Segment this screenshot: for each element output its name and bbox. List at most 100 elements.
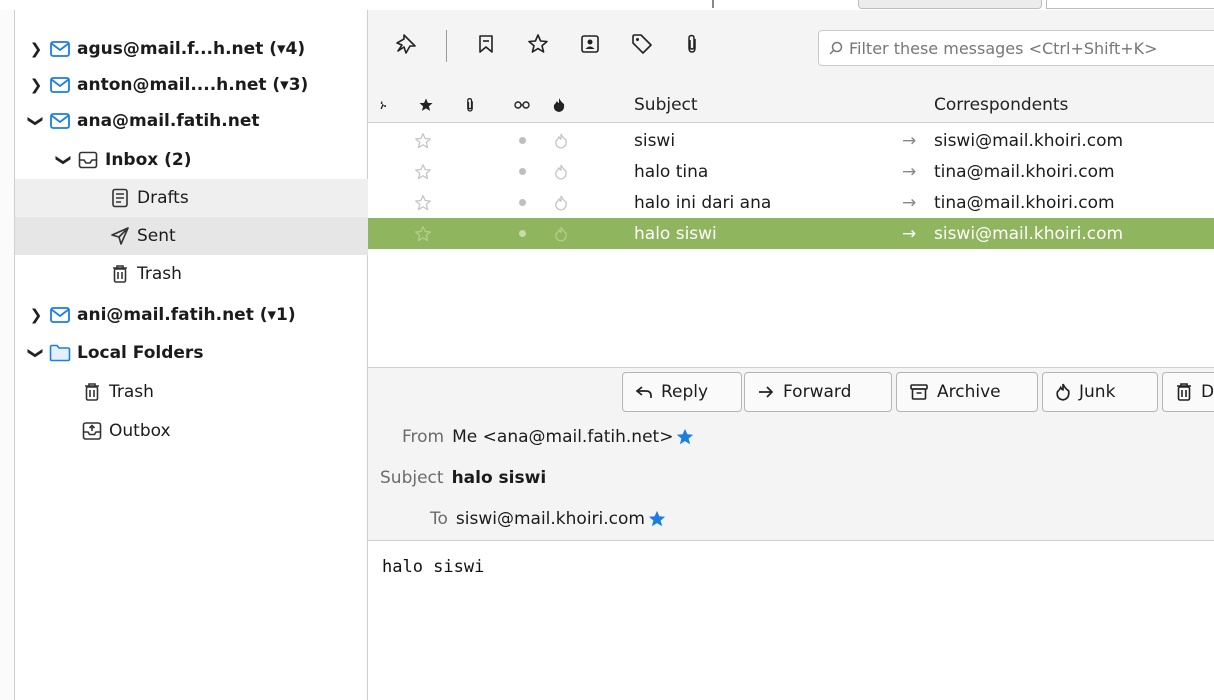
- junk-label: Junk: [1079, 382, 1116, 402]
- outgoing-arrow-icon: →: [902, 192, 917, 213]
- starred-column-icon[interactable]: [418, 88, 434, 122]
- attachment-filter-icon[interactable]: [678, 30, 706, 58]
- quick-filter-toolbar: Filter these messages <Ctrl+Shift+K>: [368, 10, 1214, 88]
- message-subject: siswi: [634, 130, 676, 151]
- unread-bookmark-icon[interactable]: [472, 30, 500, 58]
- folder-account-anton[interactable]: ❯ anton@mail....h.net (▾3): [15, 66, 379, 104]
- read-dot-icon[interactable]: [519, 218, 526, 249]
- to-label: To: [430, 509, 448, 529]
- message-subject: halo ini dari ana: [634, 192, 772, 213]
- chevron-down-icon[interactable]: ❯: [27, 344, 45, 362]
- folder-local-folders[interactable]: ❯ Local Folders: [15, 334, 379, 372]
- contact-filter-icon[interactable]: [576, 30, 604, 58]
- read-dot-icon[interactable]: [519, 156, 526, 187]
- message-subject: halo tina: [634, 161, 709, 182]
- forward-label: Forward: [783, 382, 852, 402]
- message-correspondent: tina@mail.khoiri.com: [934, 161, 1115, 182]
- folder-account-ana[interactable]: ❯ ana@mail.fatih.net: [15, 102, 379, 140]
- junk-button[interactable]: Junk: [1042, 372, 1158, 412]
- chevron-right-icon[interactable]: ❯: [27, 40, 45, 58]
- chevron-right-icon[interactable]: ❯: [27, 306, 45, 324]
- message-correspondent: siswi@mail.khoiri.com: [934, 223, 1124, 244]
- search-icon: [829, 41, 843, 55]
- star-icon[interactable]: [414, 156, 432, 187]
- read-dot-icon[interactable]: [519, 187, 526, 218]
- from-value[interactable]: Me <ana@mail.fatih.net>: [452, 427, 673, 447]
- folder-label: Outbox: [109, 421, 171, 441]
- outgoing-arrow-icon: →: [902, 223, 917, 244]
- folder-label: Sent: [137, 226, 176, 246]
- outbox-icon: [81, 420, 103, 442]
- delete-button[interactable]: Delete: [1162, 372, 1214, 412]
- reply-button[interactable]: Reply: [622, 372, 742, 412]
- outgoing-arrow-icon: →: [902, 161, 917, 182]
- thread-column-header: ኑ Subject Correspondents: [368, 88, 1214, 123]
- folder-label: ana@mail.fatih.net: [77, 111, 260, 131]
- draft-document-icon: [109, 187, 131, 209]
- forward-button[interactable]: Forward: [744, 372, 892, 412]
- envelope-icon: [49, 74, 71, 96]
- message-row-selected[interactable]: halo siswi → siswi@mail.khoiri.com: [368, 218, 1214, 249]
- message-correspondent: tina@mail.khoiri.com: [934, 192, 1115, 213]
- junk-flame-icon[interactable]: [554, 125, 568, 156]
- junk-flame-icon[interactable]: [554, 218, 568, 249]
- junk-column-icon[interactable]: [552, 88, 566, 122]
- read-dot-icon[interactable]: [519, 125, 526, 156]
- tag-filter-icon[interactable]: [628, 30, 656, 58]
- star-filter-icon[interactable]: [524, 30, 552, 58]
- to-value[interactable]: siswi@mail.khoiri.com: [456, 509, 645, 529]
- star-icon[interactable]: [414, 218, 432, 249]
- archive-button[interactable]: Archive: [896, 372, 1038, 412]
- folder-label: Drafts: [137, 188, 189, 208]
- folder-label: ani@mail.fatih.net (▾1): [77, 305, 296, 325]
- correspondents-column-header[interactable]: Correspondents: [934, 88, 1068, 122]
- folder-label: Trash: [137, 264, 182, 284]
- read-status-column-icon[interactable]: [514, 88, 530, 122]
- chevron-down-icon[interactable]: ❯: [55, 151, 73, 169]
- filter-messages-input[interactable]: Filter these messages <Ctrl+Shift+K>: [818, 30, 1214, 66]
- envelope-icon: [49, 110, 71, 132]
- trash-icon: [1175, 382, 1193, 402]
- folder-inbox[interactable]: ❯ Inbox (2): [15, 141, 407, 179]
- left-edge-bar: [0, 10, 15, 700]
- junk-flame-icon[interactable]: [554, 156, 568, 187]
- star-contact-icon[interactable]: [675, 427, 695, 447]
- star-icon[interactable]: [414, 187, 432, 218]
- envelope-icon: [49, 38, 71, 60]
- thread-column-icon[interactable]: ኑ: [380, 88, 386, 122]
- folder-label: anton@mail....h.net (▾3): [77, 75, 309, 95]
- star-icon[interactable]: [414, 125, 432, 156]
- archive-label: Archive: [937, 382, 1001, 402]
- message-row[interactable]: halo ini dari ana → tina@mail.khoiri.com: [368, 187, 1214, 218]
- message-subject: halo siswi: [634, 223, 717, 244]
- top-tab-2[interactable]: [1046, 0, 1214, 9]
- folder-pane: ❯ agus@mail.f...h.net (▾4) ❯ anton@mail.…: [15, 10, 461, 700]
- sticky-pin-icon[interactable]: [392, 30, 420, 58]
- message-body-text: halo siswi: [382, 557, 485, 577]
- folder-account-ani[interactable]: ❯ ani@mail.fatih.net (▾1): [15, 296, 379, 334]
- top-tab-1[interactable]: [858, 0, 1042, 9]
- chevron-down-icon[interactable]: ❯: [27, 112, 45, 130]
- thread-list: siswi → siswi@mail.khoiri.com halo tina …: [368, 123, 1214, 367]
- message-header-pane: Reply Forward Archive Junk Delete: [368, 368, 1214, 541]
- forward-arrow-icon: [757, 385, 775, 399]
- junk-flame-icon[interactable]: [554, 187, 568, 218]
- archive-icon: [909, 383, 929, 401]
- star-contact-icon[interactable]: [647, 509, 667, 529]
- delete-label: Delete: [1201, 382, 1214, 402]
- message-pane: Filter these messages <Ctrl+Shift+K> ኑ S…: [368, 10, 1214, 700]
- message-row[interactable]: siswi → siswi@mail.khoiri.com: [368, 125, 1214, 156]
- trash-icon: [109, 263, 131, 285]
- chevron-right-icon[interactable]: ❯: [27, 76, 45, 94]
- reply-icon: [635, 384, 653, 400]
- subject-column-header[interactable]: Subject: [634, 88, 698, 122]
- attachment-column-icon[interactable]: [464, 88, 476, 122]
- message-row[interactable]: halo tina → tina@mail.khoiri.com: [368, 156, 1214, 187]
- from-line: From Me <ana@mail.fatih.net>: [402, 422, 695, 452]
- inbox-icon: [77, 149, 99, 171]
- folder-account-agus[interactable]: ❯ agus@mail.f...h.net (▾4): [15, 30, 379, 68]
- junk-flame-icon: [1055, 383, 1071, 401]
- from-label: From: [402, 427, 445, 447]
- paper-plane-icon: [109, 225, 131, 247]
- to-line: To siswi@mail.khoiri.com: [430, 504, 667, 534]
